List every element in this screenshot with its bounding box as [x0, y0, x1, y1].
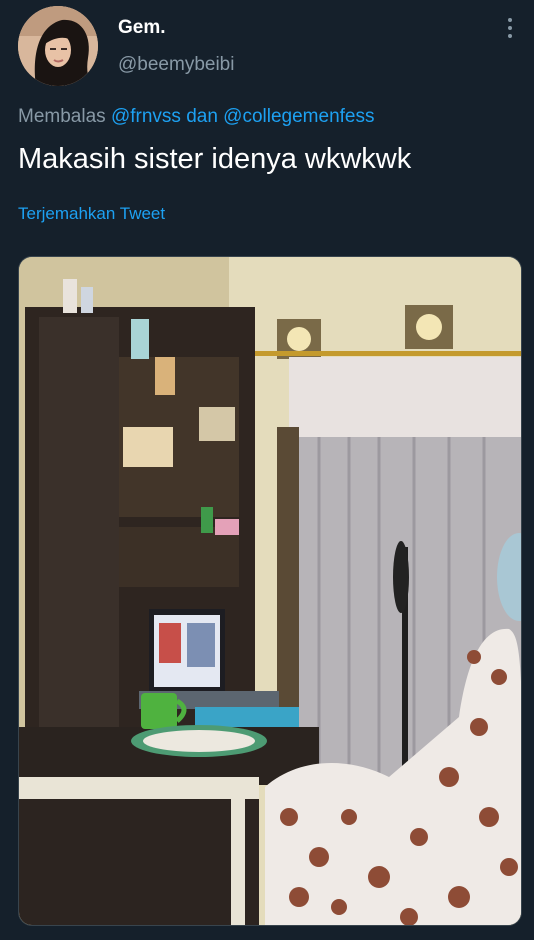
tweet-text: Makasih sister idenya wkwkwk: [18, 143, 412, 175]
tweet: Gem. @beemybeibi Membalas @frnvss dan @c…: [0, 0, 534, 940]
reply-mention-frnvss[interactable]: @frnvss: [111, 106, 181, 127]
author-handle[interactable]: @beemybeibi: [118, 54, 234, 76]
reply-mention-collegemenfess[interactable]: @collegemenfess: [223, 106, 374, 127]
reply-context: Membalas @frnvss dan @collegemenfess: [18, 106, 374, 128]
avatar[interactable]: [18, 6, 98, 86]
translate-tweet-link[interactable]: Terjemahkan Tweet: [18, 204, 165, 224]
more-vertical-icon[interactable]: [504, 18, 516, 42]
avatar-photo: [18, 6, 98, 86]
author-name[interactable]: Gem.: [118, 17, 166, 39]
room-photo: [19, 257, 521, 925]
tweet-photo[interactable]: [18, 256, 522, 926]
reply-prefix: Membalas: [18, 106, 106, 127]
reply-joiner[interactable]: dan: [186, 106, 218, 127]
